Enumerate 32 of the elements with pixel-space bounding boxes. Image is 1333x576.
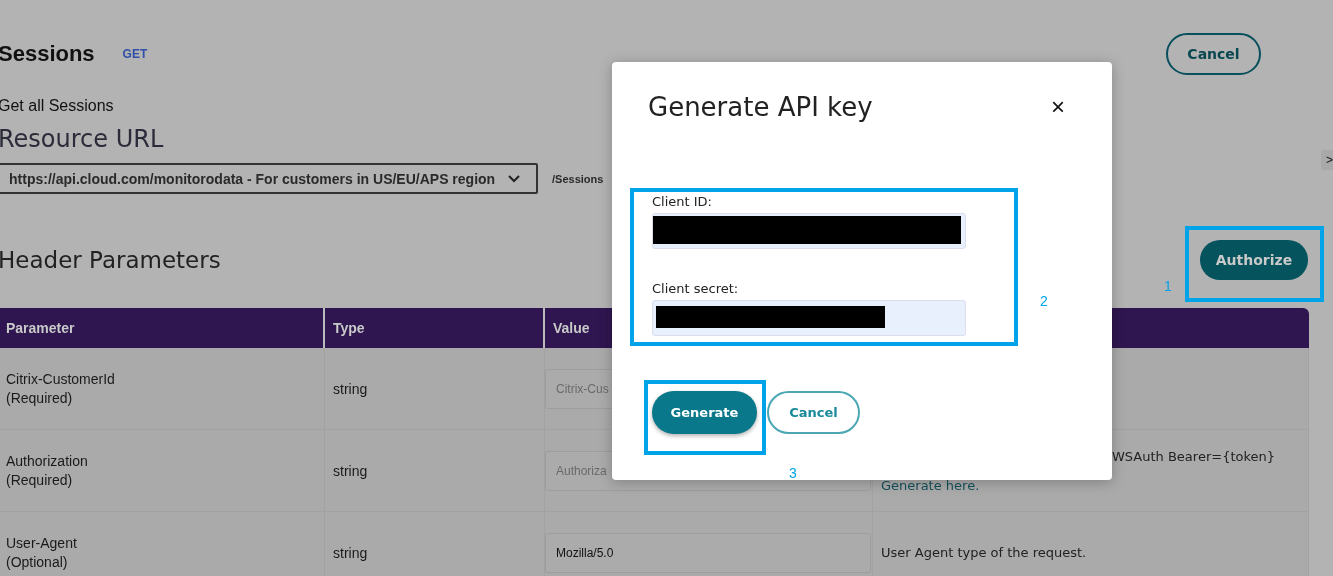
generate-button[interactable]: Generate [652, 391, 757, 434]
input-field[interactable] [652, 300, 966, 336]
description-text: User Agent type of the request. [881, 545, 1088, 560]
authorize-button[interactable]: Authorize [1200, 240, 1308, 280]
url-path: /Sessions [552, 172, 604, 185]
requirement-label: (Required) [6, 470, 74, 490]
section-heading: Header Parameters [0, 247, 221, 273]
requirement-label: (Required) [6, 388, 74, 408]
dialog-title: Generate API key [648, 92, 873, 122]
generate-link[interactable]: Generate here. [881, 477, 980, 493]
type-label: string [333, 544, 369, 561]
step-number: 3 [789, 465, 797, 481]
requirement-label: (Optional) [6, 552, 69, 572]
field-label: Client ID: [652, 194, 712, 209]
close-button[interactable]: × [1048, 93, 1068, 121]
field-label: Client secret: [652, 281, 739, 296]
method-label: GET [122, 47, 148, 61]
step-number: 2 [1040, 293, 1048, 309]
parameter-name: Citrix-CustomerId [6, 369, 116, 389]
type-label: string [333, 380, 369, 397]
chevron-down-icon [508, 174, 520, 183]
step-number: 1 [1164, 278, 1172, 294]
panel-toggle[interactable]: > [1321, 150, 1333, 170]
parameter-name: User-Agent [6, 533, 78, 553]
type-label: string [333, 462, 369, 479]
section-heading: Resource URL [0, 125, 165, 153]
cancel-button[interactable]: Cancel [767, 391, 860, 434]
parameter-name: Authorization [6, 451, 89, 471]
value-field[interactable]: Mozilla/5.0 [545, 532, 871, 573]
server-dropdown[interactable]: https://api.cloud.com/monitorodata - For customers in US/EU/APS region [0, 163, 538, 194]
cancel-button[interactable]: Cancel [1166, 33, 1261, 75]
description-text: WSAuth Bearer={token} [1111, 448, 1277, 464]
